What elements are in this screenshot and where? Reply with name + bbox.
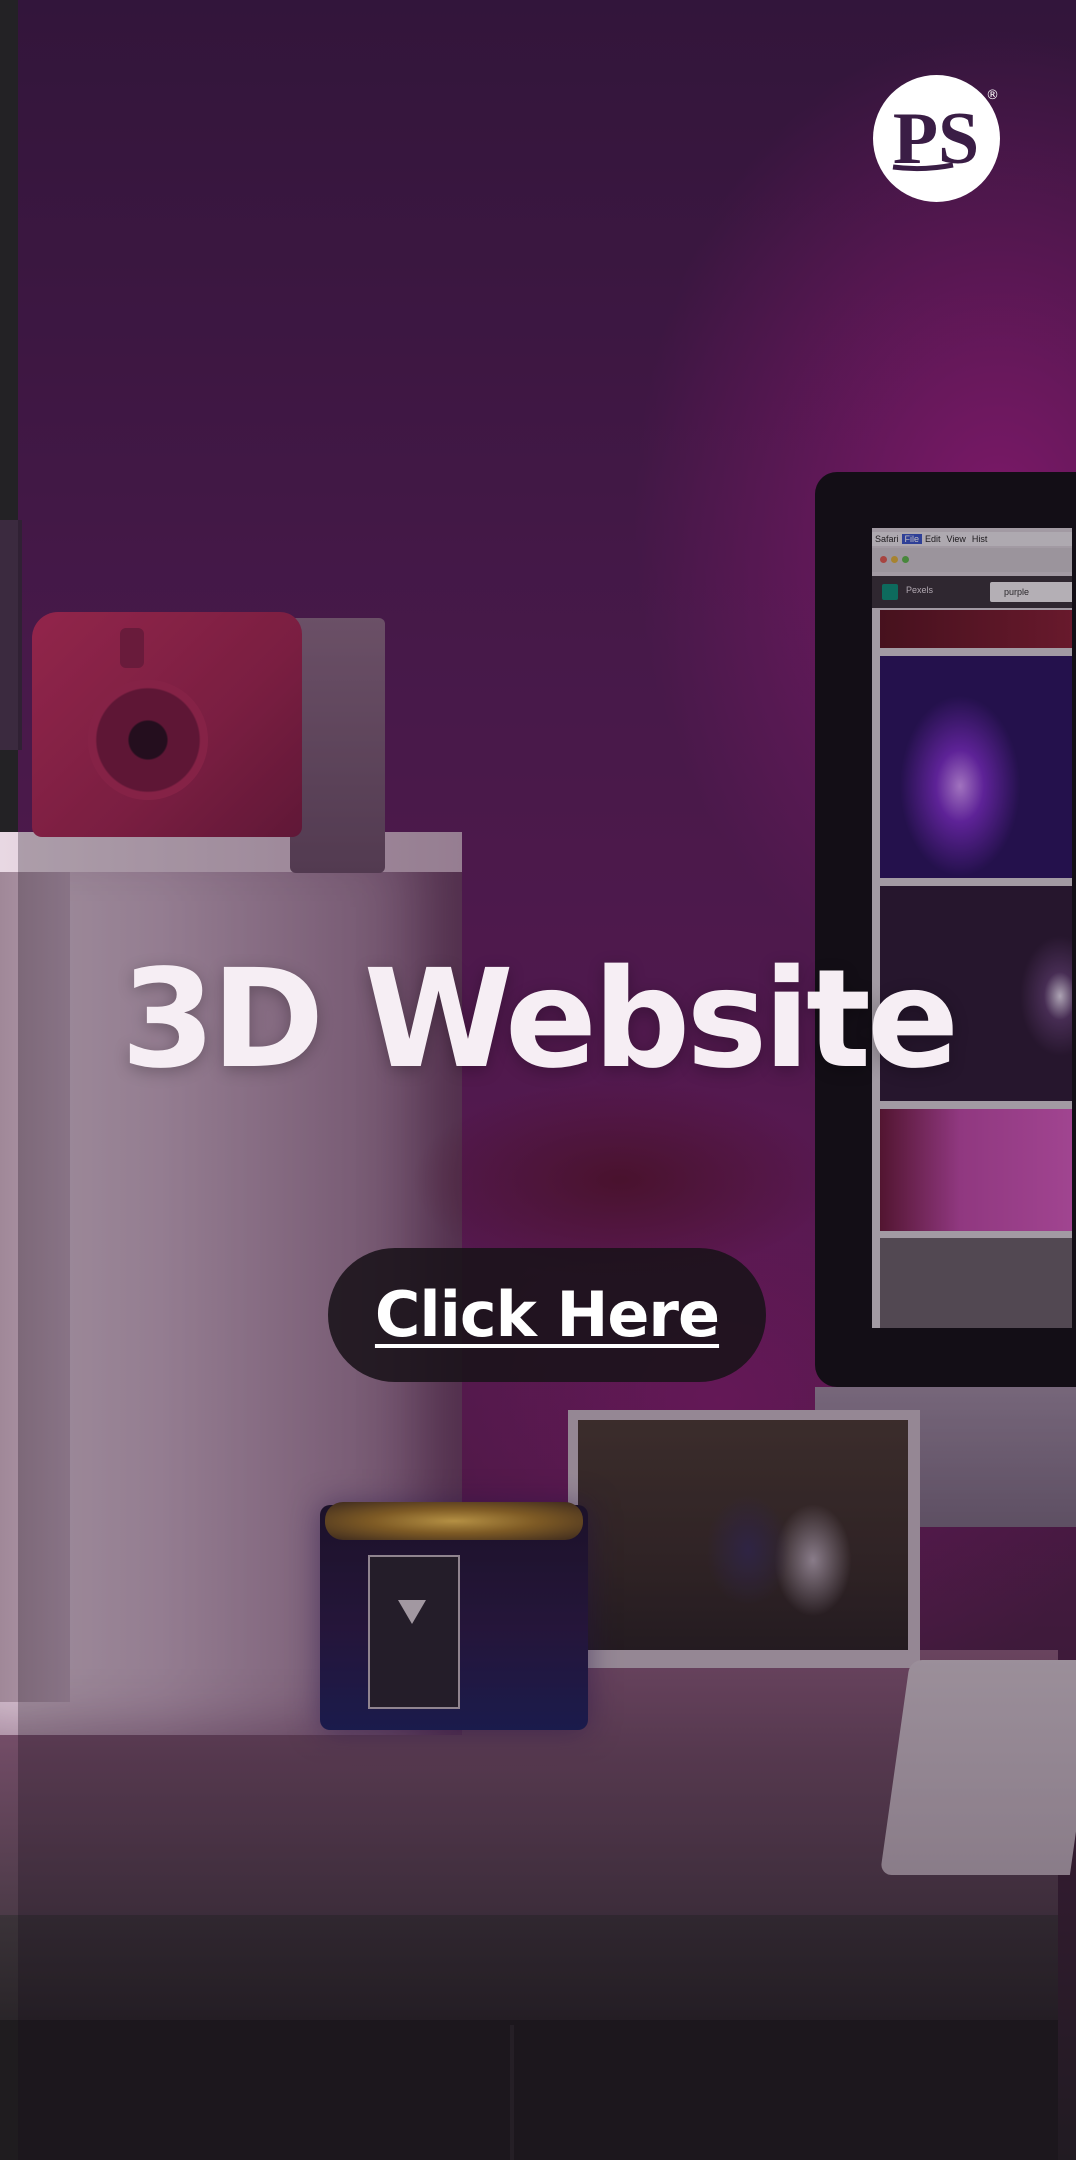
hero-title: 3D Website (120, 941, 959, 1099)
ps-logo-icon: PS (892, 98, 979, 180)
click-here-button[interactable]: Click Here (328, 1248, 766, 1382)
registered-mark: ® (986, 88, 999, 103)
brand-logo-icon[interactable]: PS (873, 75, 1000, 202)
page: Safari File Edit View Hist Pexels purple PS … (0, 0, 1076, 2160)
